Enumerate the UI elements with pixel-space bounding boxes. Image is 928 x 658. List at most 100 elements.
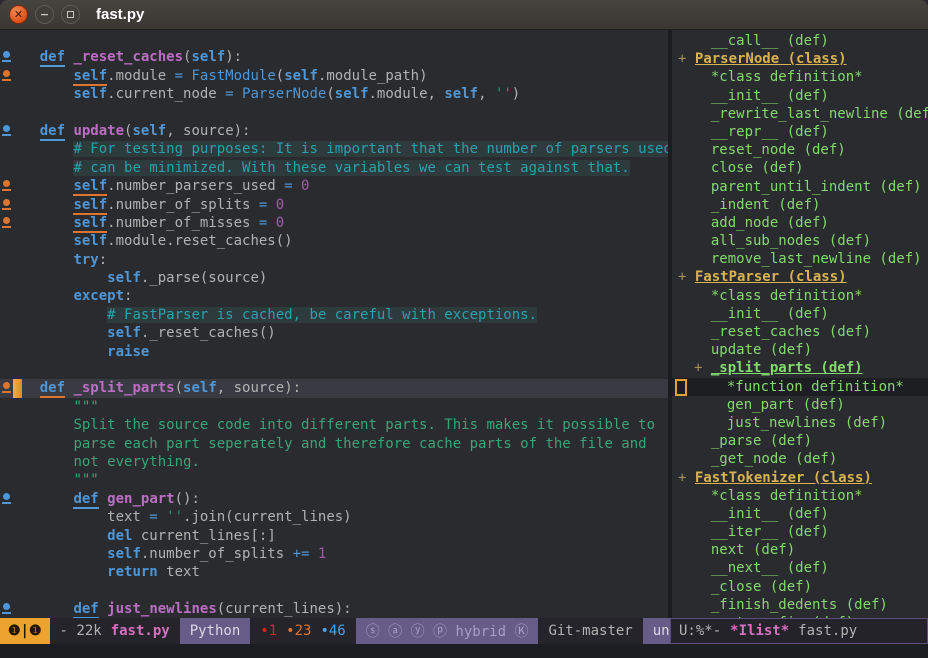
imenu-item[interactable]: _get_node (def) xyxy=(672,450,928,468)
code-line[interactable]: except: xyxy=(0,287,668,305)
minimize-button[interactable]: − xyxy=(35,5,54,24)
code-line[interactable]: self.current_node = ParserNode(self.modu… xyxy=(0,85,668,103)
code-line[interactable]: try: xyxy=(0,251,668,269)
imenu-item[interactable]: __init__ (def) xyxy=(672,87,928,105)
imenu-item-label: FastTokenizer (class) xyxy=(695,470,872,486)
code-line[interactable]: def gen_part(): xyxy=(0,490,668,508)
code-line[interactable]: """ xyxy=(0,471,668,489)
imenu-indent xyxy=(694,615,711,618)
code-line[interactable] xyxy=(0,104,668,122)
code-line[interactable]: def update(self, source): xyxy=(0,122,668,140)
imenu-item[interactable]: + FastParser (class) xyxy=(672,268,928,286)
echo-area[interactable] xyxy=(0,644,928,658)
imenu-item[interactable]: *class definition* xyxy=(672,487,928,505)
code-line[interactable]: def _reset_caches(self): xyxy=(0,48,668,66)
imenu-item-label: _split_parts (def) xyxy=(711,360,863,376)
major-mode[interactable]: Python xyxy=(180,618,251,644)
code-line[interactable]: self.number_parsers_used = 0 xyxy=(0,177,668,195)
imenu-item[interactable]: update (def) xyxy=(672,341,928,359)
imenu-item[interactable]: _indent (def) xyxy=(672,196,928,214)
imenu-item[interactable]: _parse (def) xyxy=(672,432,928,450)
imenu-item[interactable]: next (def) xyxy=(672,541,928,559)
maximize-button[interactable] xyxy=(61,5,80,24)
imenu-list[interactable]: __call__ (def)+ ParserNode (class) *clas… xyxy=(672,30,928,618)
code-line[interactable]: # For testing purposes: It is important … xyxy=(0,140,668,158)
imenu-indent xyxy=(694,306,711,322)
imenu-item[interactable]: close (def) xyxy=(672,159,928,177)
imenu-item-label: *function definition* xyxy=(727,379,904,395)
imenu-item[interactable]: + _split_parts (def) xyxy=(672,359,928,377)
code-line[interactable]: self._parse(source) xyxy=(0,269,668,287)
flycheck-error-count[interactable]: •1 xyxy=(260,623,277,639)
flycheck-warning-count[interactable]: •23 xyxy=(286,623,311,639)
code-line[interactable] xyxy=(0,361,668,379)
vc-branch[interactable]: Git-master xyxy=(538,618,642,644)
close-button[interactable]: ✕ xyxy=(9,5,28,24)
expand-plus-icon[interactable]: + xyxy=(678,269,695,285)
imenu-item[interactable]: + FastTokenizer (class) xyxy=(672,469,928,487)
flycheck-info-count[interactable]: •46 xyxy=(320,623,345,639)
code-line[interactable]: self.module.reset_caches() xyxy=(0,232,668,250)
imenu-item[interactable]: all_sub_nodes (def) xyxy=(672,232,928,250)
code-text: # can be minimized. With these variables… xyxy=(0,159,630,177)
imenu-item[interactable]: remove_last_newline (def) xyxy=(672,250,928,268)
imenu-item[interactable]: __call__ (def) xyxy=(672,32,928,50)
imenu-item-label: __next__ (def) xyxy=(711,560,829,576)
code-line[interactable]: self.number_of_splits = 0 xyxy=(0,196,668,214)
imenu-item-label: __init__ (def) xyxy=(711,306,829,322)
imenu-item[interactable]: *class definition* xyxy=(672,287,928,305)
imenu-item-label: reset_node (def) xyxy=(711,142,846,158)
imenu-item[interactable]: __repr__ (def) xyxy=(672,123,928,141)
imenu-item[interactable]: *class definition* xyxy=(672,68,928,86)
code-line[interactable]: def just_newlines(current_lines): xyxy=(0,600,668,618)
fringe-info-dot-icon xyxy=(3,493,11,504)
imenu-item[interactable]: _rewrite_last_newline (def) xyxy=(672,105,928,123)
code-text: def _split_parts(self, source): xyxy=(0,379,301,397)
imenu-item[interactable]: _finish_dedents (def) xyxy=(672,596,928,614)
minor-mode-icons[interactable]: ⓢ ⓐ ⓨ ⓟ hybrid Ⓚ xyxy=(356,618,539,644)
code-line[interactable]: # can be minimized. With these variables… xyxy=(0,159,668,177)
imenu-item[interactable]: add_node (def) xyxy=(672,214,928,232)
code-line[interactable] xyxy=(0,582,668,600)
imenu-item[interactable]: __next__ (def) xyxy=(672,559,928,577)
code-line[interactable]: raise xyxy=(0,343,668,361)
imenu-indent xyxy=(694,33,711,49)
imenu-item[interactable]: _close (def) xyxy=(672,578,928,596)
flycheck-counts[interactable]: •1 •23 •46 xyxy=(250,618,355,644)
imenu-item[interactable]: + ParserNode (class) xyxy=(672,50,928,68)
code-line[interactable]: self.module = FastModule(self.module_pat… xyxy=(0,67,668,85)
code-line[interactable] xyxy=(0,30,668,48)
code-line[interactable]: del current_lines[:] xyxy=(0,527,668,545)
expand-plus-icon[interactable]: + xyxy=(678,470,695,486)
imenu-item[interactable]: gen_part (def) xyxy=(672,396,928,414)
code-line[interactable]: text = ''.join(current_lines) xyxy=(0,508,668,526)
imenu-item[interactable]: *function definition* xyxy=(672,378,928,396)
imenu-item[interactable]: __init__ (def) xyxy=(672,505,928,523)
imenu-item[interactable]: __init__ (def) xyxy=(672,305,928,323)
expand-plus-icon[interactable]: + xyxy=(678,51,695,67)
code-line[interactable]: Split the source code into different par… xyxy=(0,416,668,434)
emacs-window: ✕ − fast.py def _reset_caches(self): sel… xyxy=(0,0,928,658)
code-text: del current_lines[:] xyxy=(0,527,276,545)
imenu-item[interactable]: _get_prefix (def) xyxy=(672,614,928,618)
code-line[interactable]: return text xyxy=(0,563,668,581)
imenu-item[interactable]: parent_until_indent (def) xyxy=(672,178,928,196)
code-line[interactable]: self._reset_caches() xyxy=(0,324,668,342)
code-line[interactable]: not everything. xyxy=(0,453,668,471)
code-line[interactable]: self.number_of_splits += 1 xyxy=(0,545,668,563)
code-lines[interactable]: def _reset_caches(self): self.module = F… xyxy=(0,30,668,618)
buffer-info[interactable]: - 22kfast.py xyxy=(50,618,180,644)
imenu-indent xyxy=(694,488,711,504)
code-text: self.module.reset_caches() xyxy=(0,232,293,250)
imenu-indent xyxy=(694,106,711,122)
imenu-item[interactable]: __iter__ (def) xyxy=(672,523,928,541)
imenu-item[interactable]: just_newlines (def) xyxy=(672,414,928,432)
imenu-item[interactable]: _reset_caches (def) xyxy=(672,323,928,341)
imenu-item[interactable]: reset_node (def) xyxy=(672,141,928,159)
code-line[interactable]: # FastParser is cached, be careful with … xyxy=(0,306,668,324)
code-line[interactable]: def _split_parts(self, source): xyxy=(0,379,668,397)
code-line[interactable]: parse each part seperately and therefore… xyxy=(0,435,668,453)
code-line[interactable]: """ xyxy=(0,398,668,416)
code-line[interactable]: self.number_of_misses = 0 xyxy=(0,214,668,232)
expand-plus-icon[interactable]: + xyxy=(694,360,711,376)
